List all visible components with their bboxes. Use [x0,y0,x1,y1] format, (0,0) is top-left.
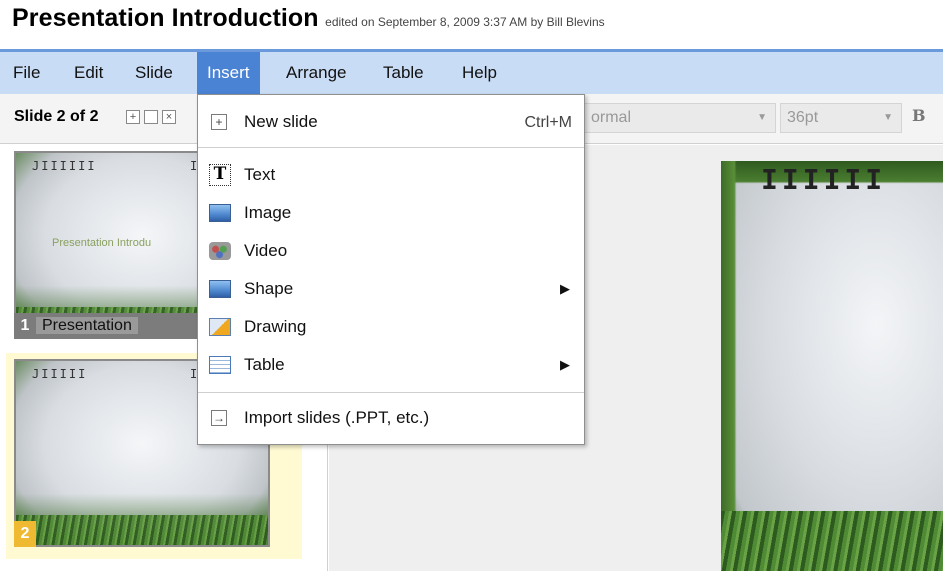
notebook-rings-icon: JIIIII [32,367,88,381]
menu-table[interactable]: Table [373,52,434,94]
notebook-rings-icon: JIIIIII [32,159,97,173]
menu-item-image[interactable]: Image [198,196,584,230]
menu-insert[interactable]: Insert [197,52,260,94]
edit-info: edited on September 8, 2009 3:37 AM by B… [325,15,605,29]
menu-item-table[interactable]: Table ▶ [198,348,584,382]
document-title: Presentation Introduction [12,4,319,32]
duplicate-slide-icon[interactable] [144,110,158,124]
menu-separator [198,392,584,393]
font-size-value: 36pt [787,109,819,126]
notebook-rings-icon: IIIIII [761,163,887,196]
menu-item-label: Table [244,355,285,374]
menu-item-label: Video [244,241,288,260]
menu-item-drawing[interactable]: Drawing [198,310,584,344]
document-header: Presentation Introduction edited on Sept… [12,4,605,40]
bold-button[interactable]: B [912,106,926,125]
text-icon: T [209,164,231,186]
menu-file[interactable]: File [3,52,50,94]
menu-slide[interactable]: Slide [125,52,183,94]
menu-item-text[interactable]: T Text [198,158,584,192]
image-icon [209,204,231,222]
menu-item-label: New slide [244,112,318,131]
add-slide-icon[interactable]: + [126,110,140,124]
submenu-arrow-icon: ▶ [560,281,570,296]
menubar: File Edit Slide Insert Arrange Table Hel… [0,49,943,94]
import-icon: → [211,410,227,426]
submenu-arrow-icon: ▶ [560,357,570,372]
slide-number: 1 [20,317,30,334]
menu-item-shape[interactable]: Shape ▶ [198,272,584,306]
menu-item-label: Text [244,165,276,184]
menu-item-new-slide[interactable]: + New slide Ctrl+M [198,105,584,139]
chevron-down-icon: ▼ [883,112,893,123]
menu-item-label: Drawing [244,317,307,336]
menu-arrange[interactable]: Arrange [276,52,356,94]
video-icon [209,242,231,260]
menu-item-import-slides[interactable]: → Import slides (.PPT, etc.) [198,401,584,435]
menu-edit[interactable]: Edit [64,52,113,94]
grass-image [16,515,268,545]
menu-item-label: Shape [244,279,294,298]
delete-slide-icon[interactable]: × [162,110,176,124]
slide-number-badge: 2 [14,521,36,547]
menu-separator [198,147,584,148]
slide-caption-label: Presentation [36,317,138,334]
font-size-select[interactable]: 36pt ▼ [780,103,902,133]
slide-1-title: Presentation Introdu [52,237,152,249]
current-slide-image: IIIIII [721,161,943,571]
menu-item-video[interactable]: Video [198,234,584,268]
menu-help[interactable]: Help [452,52,507,94]
new-slide-icon: + [211,114,227,130]
menu-item-label: Import slides (.PPT, etc.) [244,408,430,427]
slide-counter: Slide 2 of 2 [14,108,99,125]
style-select[interactable]: ormal ▼ [584,103,776,133]
menu-item-label: Image [244,203,292,222]
table-icon [209,356,231,374]
grass-image [721,511,943,571]
shortcut-label: Ctrl+M [524,114,572,131]
drawing-icon [209,318,231,336]
chevron-down-icon: ▼ [757,112,767,123]
style-select-value: ormal [591,109,632,126]
shape-icon [209,280,231,298]
insert-menu-dropdown: + New slide Ctrl+M T Text Image Video Sh… [197,94,585,445]
